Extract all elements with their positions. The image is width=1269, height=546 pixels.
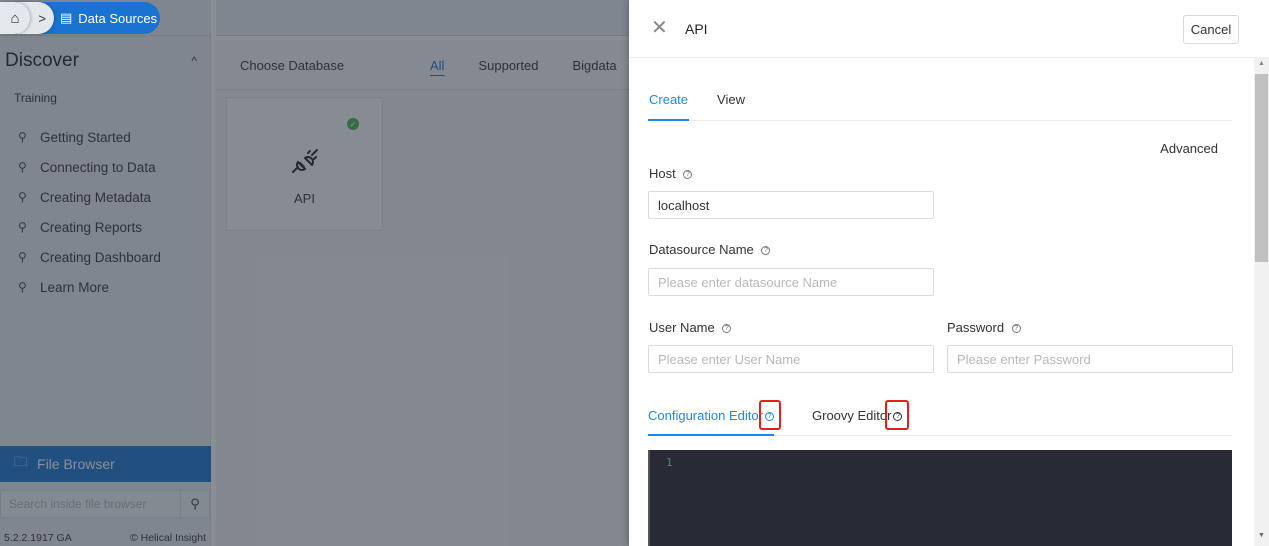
question-circle-icon[interactable]: ? (761, 246, 771, 256)
password-label-text: Password (947, 320, 1005, 335)
question-circle-icon[interactable]: ? (683, 170, 693, 180)
user-name-label-text: User Name (649, 320, 715, 335)
highlight-box-config-help (759, 400, 781, 430)
datasource-drawer: ✕ API Cancel Create View Advanced Host ?… (629, 0, 1269, 546)
close-icon[interactable]: ✕ (651, 18, 668, 38)
editor-tabs: Configuration Editor? Groovy Editor? (648, 398, 1232, 436)
highlight-box-groovy-help (885, 400, 909, 430)
chevron-right-icon: > (38, 10, 46, 26)
scrollbar-thumb[interactable] (1255, 74, 1268, 262)
line-number: 1 (666, 456, 673, 469)
datasource-name-label: Datasource Name ? (649, 242, 771, 257)
tab-view[interactable]: View (717, 91, 745, 121)
scroll-up-arrow-icon[interactable]: ▲ (1254, 60, 1269, 72)
drawer-scrollbar[interactable]: ▲ ▼ (1254, 58, 1269, 546)
breadcrumb-data-sources[interactable]: ▤ Data Sources (40, 2, 160, 34)
home-icon: ⌂ (10, 9, 20, 27)
drawer-body: Create View Advanced Host ? Datasource N… (629, 58, 1269, 546)
tab-label: Groovy Editor (812, 408, 892, 423)
tab-create[interactable]: Create (648, 91, 690, 121)
advanced-link[interactable]: Advanced (1160, 141, 1218, 156)
password-input[interactable] (947, 345, 1233, 373)
code-editor[interactable]: 1 (648, 450, 1232, 546)
cancel-button[interactable]: Cancel (1183, 15, 1239, 44)
database-icon: ▤ (60, 10, 73, 25)
scroll-down-arrow-icon[interactable]: ▼ (1254, 532, 1269, 544)
breadcrumb-current-label: Data Sources (78, 10, 158, 26)
drawer-title: API (685, 21, 708, 37)
mode-tabs: Create View (648, 91, 1232, 121)
tab-label: Configuration Editor (648, 408, 763, 423)
password-label: Password ? (947, 320, 1021, 335)
question-circle-icon[interactable]: ? (1011, 324, 1021, 334)
question-circle-icon[interactable]: ? (722, 324, 732, 334)
tab-configuration-editor[interactable]: Configuration Editor? (648, 408, 774, 436)
drawer-header: ✕ API Cancel (629, 0, 1269, 58)
host-label: Host ? (649, 166, 693, 181)
modal-overlay[interactable] (0, 0, 629, 546)
datasource-name-input[interactable] (648, 268, 934, 296)
user-name-label: User Name ? (649, 320, 732, 335)
host-input[interactable] (648, 191, 934, 219)
datasource-name-label-text: Datasource Name (649, 242, 754, 257)
host-label-text: Host (649, 166, 676, 181)
user-name-input[interactable] (648, 345, 934, 373)
